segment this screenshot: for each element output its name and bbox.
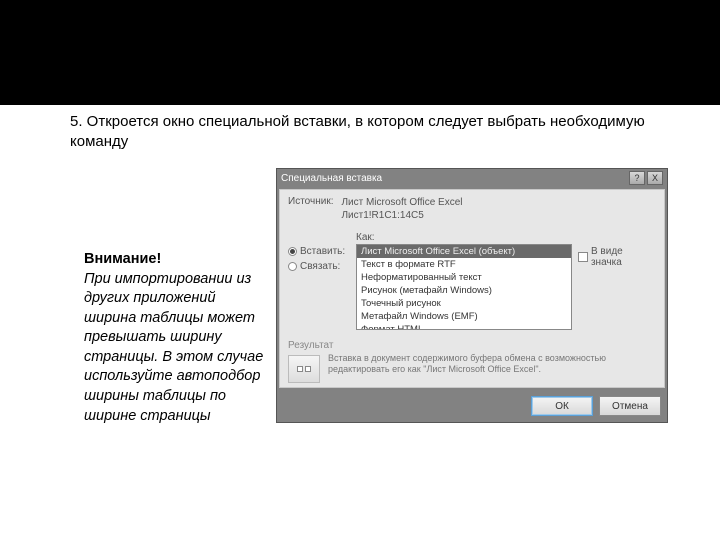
ok-button[interactable]: ОК bbox=[531, 396, 593, 416]
list-item[interactable]: Формат HTML bbox=[357, 323, 571, 330]
list-label: Как: bbox=[356, 232, 572, 243]
format-listbox[interactable]: Лист Microsoft Office Excel (объект) Тек… bbox=[356, 244, 572, 330]
warning-note: Внимание! При импортировании из других п… bbox=[84, 250, 264, 426]
radio-link[interactable]: Связать: bbox=[288, 261, 350, 272]
result-description: Вставка в документ содержимого буфера об… bbox=[328, 353, 656, 376]
source-line-1: Лист Microsoft Office Excel bbox=[341, 196, 462, 209]
warning-body: При импортировании из других приложений … bbox=[84, 270, 264, 427]
close-button[interactable]: X bbox=[647, 171, 663, 185]
as-icon-checkbox[interactable]: В виде значка bbox=[578, 246, 656, 268]
radio-insert[interactable]: Вставить: bbox=[288, 246, 350, 257]
source-line-2: Лист1!R1C1:14C5 bbox=[341, 209, 462, 222]
instruction-text: 5. Откроется окно специальной вставки, в… bbox=[70, 112, 650, 153]
list-item[interactable]: Текст в формате RTF bbox=[357, 258, 571, 271]
paste-result-icon bbox=[288, 355, 320, 383]
paste-special-dialog: Специальная вставка ? X Источник: Лист M… bbox=[276, 168, 668, 423]
list-item[interactable]: Точечный рисунок bbox=[357, 297, 571, 310]
help-button[interactable]: ? bbox=[629, 171, 645, 185]
result-label: Результат bbox=[288, 340, 656, 351]
radio-circle-icon bbox=[288, 262, 297, 271]
dialog-title: Специальная вставка bbox=[281, 173, 382, 184]
list-item[interactable]: Рисунок (метафайл Windows) bbox=[357, 284, 571, 297]
warning-title: Внимание! bbox=[84, 250, 264, 270]
top-black-bar bbox=[0, 0, 720, 105]
radio-dot-icon bbox=[288, 247, 297, 256]
cancel-button[interactable]: Отмена bbox=[599, 396, 661, 416]
list-item[interactable]: Лист Microsoft Office Excel (объект) bbox=[357, 245, 571, 258]
radio-link-label: Связать: bbox=[300, 261, 340, 272]
checkbox-icon bbox=[578, 252, 588, 262]
source-label: Источник: bbox=[288, 196, 333, 222]
as-icon-label: В виде значка bbox=[591, 246, 656, 268]
radio-insert-label: Вставить: bbox=[300, 246, 345, 257]
list-item[interactable]: Неформатированный текст bbox=[357, 271, 571, 284]
dialog-titlebar[interactable]: Специальная вставка ? X bbox=[277, 169, 667, 187]
list-item[interactable]: Метафайл Windows (EMF) bbox=[357, 310, 571, 323]
